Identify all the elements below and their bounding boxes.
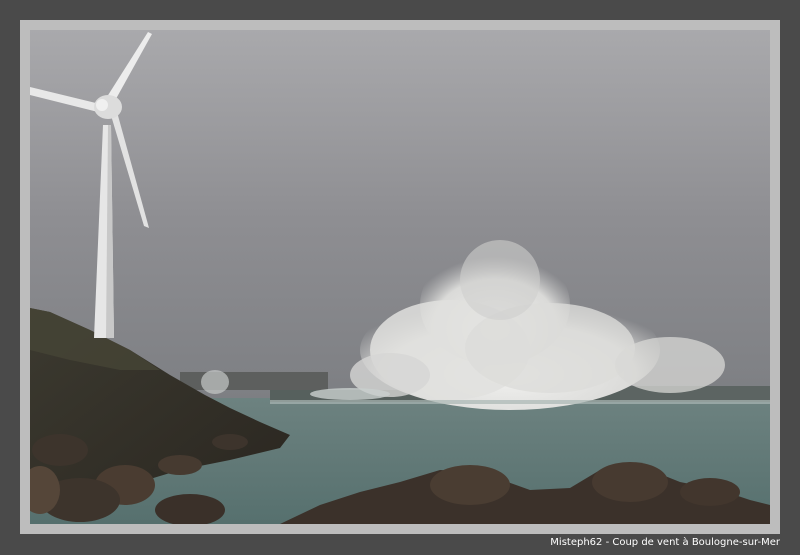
foam-line: [270, 400, 770, 404]
rock-boulder: [680, 478, 740, 506]
photo: [30, 30, 770, 524]
rock-boulder: [592, 462, 668, 502]
photo-scene: [30, 30, 770, 524]
turbine-hub: [96, 99, 108, 111]
photo-caption: Misteph62 - Coup de vent à Boulogne-sur-…: [550, 537, 780, 548]
rock-boulder: [430, 465, 510, 505]
